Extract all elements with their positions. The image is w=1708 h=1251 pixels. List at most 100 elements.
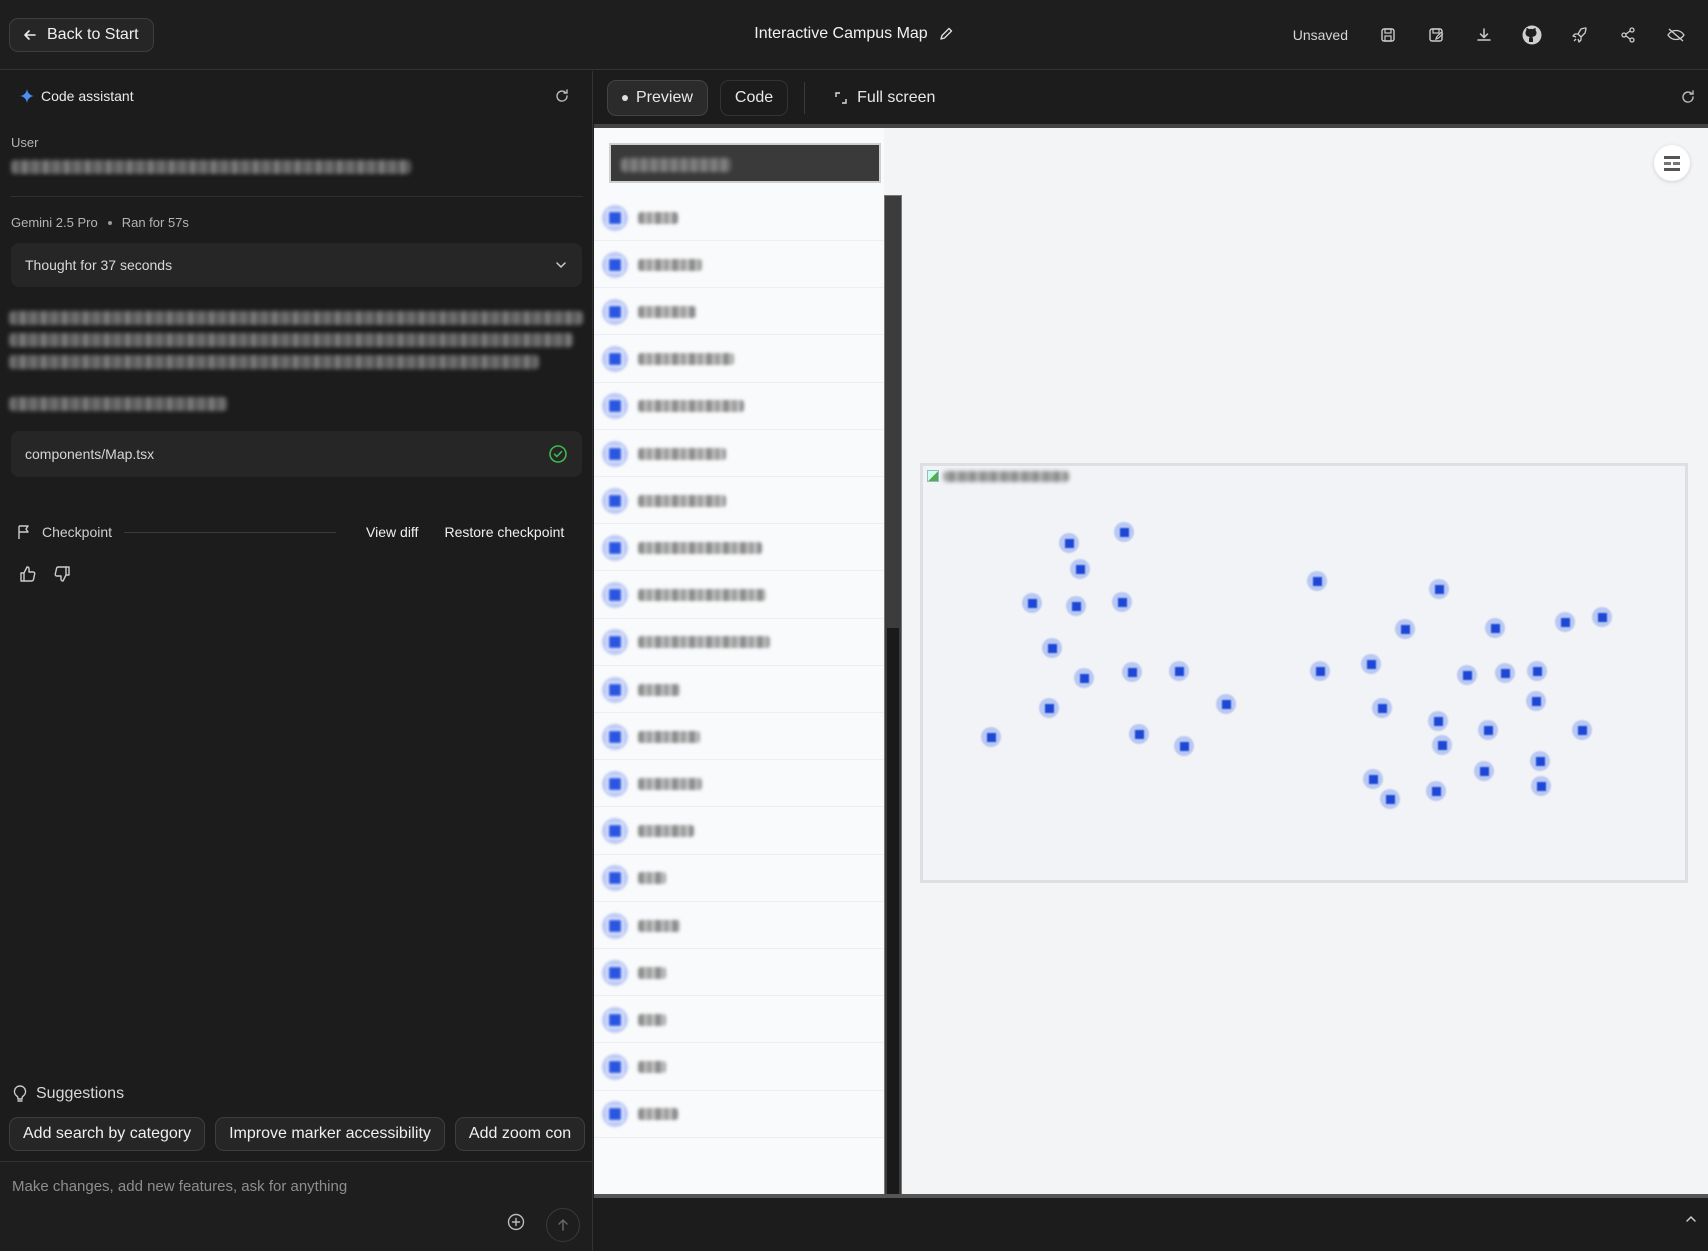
list-item[interactable] [594,1092,884,1138]
map-marker[interactable] [1361,654,1381,674]
layers-toggle-button[interactable] [1654,145,1690,181]
chat-panel: Code assistant User Gemini 2.5 Pro Ran f… [0,71,593,1251]
list-item[interactable] [594,714,884,761]
list-item[interactable] [594,478,884,525]
flag-icon [16,524,32,540]
map-marker[interactable] [1372,698,1392,718]
feedback-buttons [18,564,72,584]
map-marker[interactable] [1429,579,1449,599]
thought-expander[interactable]: Thought for 37 seconds [11,243,582,287]
hide-code-icon[interactable] [1652,20,1700,50]
list-item[interactable] [594,195,884,241]
restore-checkpoint-button[interactable]: Restore checkpoint [436,520,572,544]
map-marker[interactable] [1363,769,1383,789]
deploy-rocket-icon[interactable] [1556,20,1604,50]
prompt-input[interactable] [12,1174,572,1198]
map-pin-icon [602,865,628,892]
map-marker[interactable] [1485,618,1505,638]
full-screen-label: Full screen [857,89,936,106]
map-marker[interactable] [1531,776,1551,796]
save-icon[interactable] [1364,20,1412,50]
github-icon[interactable] [1508,20,1556,50]
map-marker[interactable] [1495,663,1515,683]
map-marker[interactable] [1174,736,1194,756]
suggestion-chip-marker-accessibility[interactable]: Improve marker accessibility [215,1117,445,1151]
assistant-title: Code assistant [41,88,134,104]
map-marker[interactable] [1022,593,1042,613]
list-item[interactable] [594,667,884,713]
map-marker[interactable] [1426,781,1446,801]
map-marker[interactable] [1380,789,1400,809]
suggestion-chip-zoom-controls[interactable]: Add zoom con [454,1117,585,1151]
thumbs-down-icon[interactable] [52,564,72,584]
building-search-input[interactable] [609,143,881,183]
map-marker[interactable] [1527,661,1547,681]
map-marker[interactable] [1307,571,1327,591]
map-marker[interactable] [1478,720,1498,740]
list-item[interactable] [594,525,884,572]
suggestion-chip-search-category[interactable]: Add search by category [9,1117,206,1151]
map-marker[interactable] [1310,661,1330,681]
building-name-redacted [638,494,726,507]
list-item[interactable] [594,620,884,666]
add-attachment-icon[interactable] [507,1213,525,1231]
list-item[interactable] [594,761,884,808]
map-marker[interactable] [1530,751,1550,771]
map-marker[interactable] [1114,522,1134,542]
map-marker[interactable] [1592,607,1612,627]
map-marker[interactable] [1572,720,1592,740]
app-title: Interactive Campus Map [754,25,928,42]
list-item[interactable] [594,384,884,430]
view-diff-button[interactable]: View diff [358,520,426,544]
chevron-up-icon[interactable] [1684,1212,1698,1226]
map-marker[interactable] [1042,638,1062,658]
map-marker[interactable] [1129,724,1149,744]
map-marker[interactable] [1216,694,1236,714]
map-marker[interactable] [1395,619,1415,639]
list-item[interactable] [594,289,884,336]
map-marker[interactable] [1039,698,1059,718]
list-item[interactable] [594,950,884,997]
list-item[interactable] [594,1045,884,1091]
download-icon[interactable] [1460,20,1508,50]
full-screen-button[interactable]: Full screen [821,89,949,107]
edit-pencil-icon[interactable] [938,26,954,42]
map-marker[interactable] [1474,761,1494,781]
share-icon[interactable] [1604,20,1652,50]
list-item[interactable] [594,573,884,619]
tab-preview[interactable]: Preview [607,80,708,116]
map-marker[interactable] [1169,661,1189,681]
map-marker[interactable] [1122,662,1142,682]
list-item[interactable] [594,431,884,477]
map-marker[interactable] [1074,668,1094,688]
map-marker[interactable] [1526,691,1546,711]
map-marker[interactable] [1112,592,1132,612]
map-marker[interactable] [1457,665,1477,685]
refresh-chat-icon[interactable] [554,88,570,104]
tab-code[interactable]: Code [719,80,789,116]
campus-map[interactable] [920,463,1688,883]
building-name-redacted [638,400,744,413]
list-item[interactable] [594,903,884,949]
list-item[interactable] [594,997,884,1044]
map-marker[interactable] [1066,596,1086,616]
list-scrollbar-thumb[interactable] [887,628,899,1218]
back-to-start-button[interactable]: Back to Start [9,18,154,52]
map-marker[interactable] [1059,533,1079,553]
list-item[interactable] [594,856,884,902]
map-marker[interactable] [1555,612,1575,632]
refresh-preview-icon[interactable] [1680,89,1696,105]
send-button[interactable] [546,1208,580,1242]
save-as-icon[interactable] [1412,20,1460,50]
thumbs-up-icon[interactable] [18,564,38,584]
map-marker[interactable] [1432,735,1452,755]
map-marker[interactable] [1428,711,1448,731]
map-pin-icon [602,487,628,514]
changed-file-card[interactable]: components/Map.tsx [11,431,582,477]
map-marker[interactable] [981,727,1001,747]
map-marker[interactable] [1070,559,1090,579]
list-item[interactable] [594,809,884,855]
list-item[interactable] [594,242,884,289]
map-pin-icon [602,582,628,609]
list-item[interactable] [594,337,884,383]
